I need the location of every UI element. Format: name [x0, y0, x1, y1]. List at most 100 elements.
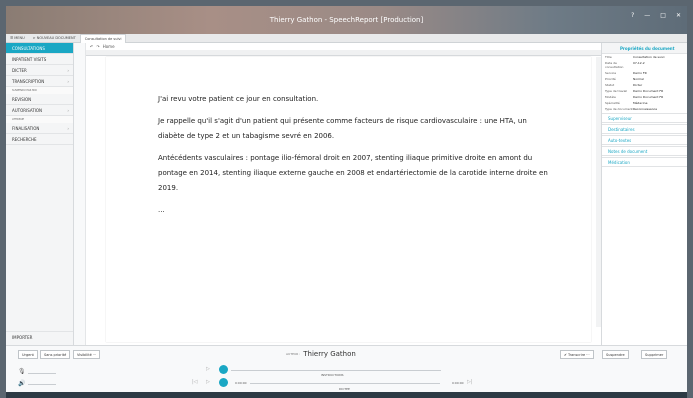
sidebar-item-revision[interactable]: REVISION	[6, 94, 73, 105]
prop-key: Date de consultation	[605, 61, 624, 69]
home-tab[interactable]: Home	[103, 44, 115, 49]
paragraph[interactable]: J'ai revu votre patient ce jour en consu…	[158, 92, 548, 107]
play-icon[interactable]: ▷	[206, 366, 210, 372]
skip-back-icon[interactable]: |◁	[192, 379, 198, 385]
dictee-label: DICTEE	[339, 387, 350, 391]
title-bar: Thierry Gathon - SpeechReport [Productio…	[6, 6, 687, 34]
menu-bar: ☰ MENU > NOUVEAU DOCUMENT Consultation d…	[6, 33, 687, 43]
record-dictee-button[interactable]	[219, 378, 228, 387]
prop-key: Type de document	[605, 107, 633, 111]
play-icon[interactable]: ▷	[206, 379, 210, 385]
suspendre-button[interactable]: Suspendre	[602, 350, 629, 359]
prop-value: Normal	[633, 77, 644, 81]
supprimer-button[interactable]: Supprimer	[641, 350, 668, 359]
prop-key: Type de travail	[605, 89, 628, 93]
dictee-track[interactable]	[250, 383, 440, 384]
speaker-icon: 🔊	[18, 380, 26, 387]
sidebar-item-importer[interactable]: IMPORTER	[6, 331, 73, 342]
sidebar-subitem-suspendu[interactable]: SUSPENDU PAR MOI	[6, 87, 73, 94]
chevron-right-icon: ›	[67, 78, 69, 84]
sidebar-item-inpatient[interactable]: INPATIENT VISITS	[6, 54, 73, 65]
time-end: 0:00:00	[452, 381, 464, 385]
chevron-right-icon: ›	[67, 125, 69, 131]
section-superviseur[interactable]: Superviseur	[602, 113, 687, 123]
prop-row: Date de consultation 07-12-2	[602, 60, 687, 70]
skip-forward-icon[interactable]: ▷|	[467, 379, 473, 385]
breadcrumb[interactable]: > NOUVEAU DOCUMENT	[29, 36, 80, 40]
prop-key: Priorité	[605, 77, 616, 81]
prop-value: Médecine	[633, 101, 648, 105]
delete-label: Supprimer	[645, 352, 664, 357]
sidebar-item-finalisation[interactable]: FINALISATION ›	[6, 123, 73, 134]
app-window: ☰ MENU > NOUVEAU DOCUMENT Consultation d…	[6, 33, 687, 392]
prop-row: Type de document Reconnaissance	[602, 106, 687, 112]
close-button[interactable]: ✕	[676, 12, 681, 19]
prop-key: Service	[605, 71, 617, 75]
sidebar-subitem-attribue[interactable]: ATTRIBUE	[6, 116, 73, 123]
document-text[interactable]: J'ai revu votre patient ce jour en consu…	[158, 92, 548, 225]
sidebar-item-consultations[interactable]: CONSULTATIONS	[6, 43, 73, 54]
section-notes[interactable]: Notes de document	[602, 146, 687, 156]
record-button[interactable]	[219, 365, 228, 374]
sidebar-item-label: AUTORISATION	[12, 107, 43, 113]
section-auto-textes[interactable]: Auto-textes	[602, 135, 687, 145]
prop-value: Demo Document FR	[633, 95, 664, 99]
properties-header[interactable]: Propriétés du document	[602, 43, 687, 54]
menu-button[interactable]: ☰ MENU	[6, 36, 29, 40]
prop-key: Modèle	[605, 95, 616, 99]
sidebar-item-label: INPATIENT VISITS	[12, 56, 47, 62]
prop-key: Statut	[605, 83, 615, 87]
sidebar: CONSULTATIONS INPATIENT VISITS DICTER › T…	[6, 43, 74, 345]
priority-button[interactable]: Sans priorité	[40, 350, 71, 359]
sidebar-item-transcription[interactable]: TRANSCRIPTION ›	[6, 76, 73, 87]
editor-area: ↶ ↷ Home J'ai revu votre patient ce jour…	[86, 43, 601, 345]
help-button[interactable]: ?	[631, 12, 634, 19]
mic-slider[interactable]	[28, 373, 56, 374]
ruler[interactable]	[86, 50, 601, 56]
prop-value: Reconnaissance	[633, 107, 658, 111]
microphone-icon: 🎙	[18, 368, 26, 375]
instructions-label: INSTRUCTIONS	[321, 373, 344, 377]
taskbar	[6, 392, 687, 398]
window-title: Thierry Gathon - SpeechReport [Productio…	[269, 16, 424, 24]
prop-key: Titre	[605, 55, 612, 59]
maximize-button[interactable]: □	[660, 12, 666, 19]
sidebar-item-dicter[interactable]: DICTER ›	[6, 65, 73, 76]
editor-toolbar: ↶ ↷ Home	[86, 43, 601, 50]
section-medication[interactable]: Médication	[602, 157, 687, 167]
chevron-right-icon: ›	[67, 67, 69, 73]
prop-value: Dicter	[633, 83, 643, 87]
tab-consultation[interactable]: Consultation de suivi	[79, 33, 127, 43]
volume-slider[interactable]	[28, 384, 56, 385]
prop-value: Demo FR	[633, 71, 647, 75]
author-block: AUTEUR : Thierry Gathon	[286, 350, 356, 358]
visibility-button[interactable]: Visibilité ···	[73, 350, 101, 359]
sidebar-item-autorisation[interactable]: AUTORISATION ›	[6, 105, 73, 116]
prop-key: Spécialité	[605, 101, 620, 105]
sidebar-item-label: DICTER	[12, 67, 27, 73]
sidebar-item-label: RECHERCHE	[12, 136, 37, 142]
sidebar-item-label: FINALISATION	[12, 125, 40, 131]
paragraph[interactable]: ...	[158, 203, 548, 218]
sidebar-item-recherche[interactable]: RECHERCHE	[6, 134, 73, 145]
document-page[interactable]: J'ai revu votre patient ce jour en consu…	[106, 57, 591, 342]
style-rail	[74, 43, 86, 345]
time-start: 0:00:00	[235, 381, 247, 385]
minimize-button[interactable]: —	[644, 12, 650, 19]
date-field[interactable]: 07-12-2	[633, 61, 684, 69]
transcrire-button[interactable]: ✔ Transcrire ···	[560, 350, 594, 359]
suspend-label: Suspendre	[606, 352, 625, 357]
redo-icon[interactable]: ↷	[96, 44, 99, 49]
sidebar-item-label: CONSULTATIONS	[12, 45, 45, 51]
instructions-track[interactable]	[231, 370, 441, 371]
chevron-right-icon: ›	[67, 107, 69, 113]
window-controls: ? — □ ✕	[631, 12, 681, 19]
prop-value: Demo Document FR	[633, 89, 664, 93]
paragraph[interactable]: Antécédents vasculaires : pontage ilio-f…	[158, 151, 548, 196]
section-destinataires[interactable]: Destinataires	[602, 124, 687, 134]
urgent-button[interactable]: Urgent	[18, 350, 38, 359]
prop-value[interactable]: Consultation de suivi	[633, 55, 684, 59]
bottom-bar: Urgent Sans priorité Visibilité ··· AUTE…	[6, 345, 687, 392]
undo-icon[interactable]: ↶	[90, 44, 93, 49]
paragraph[interactable]: Je rappelle qu'il s'agit d'un patient qu…	[158, 114, 548, 144]
